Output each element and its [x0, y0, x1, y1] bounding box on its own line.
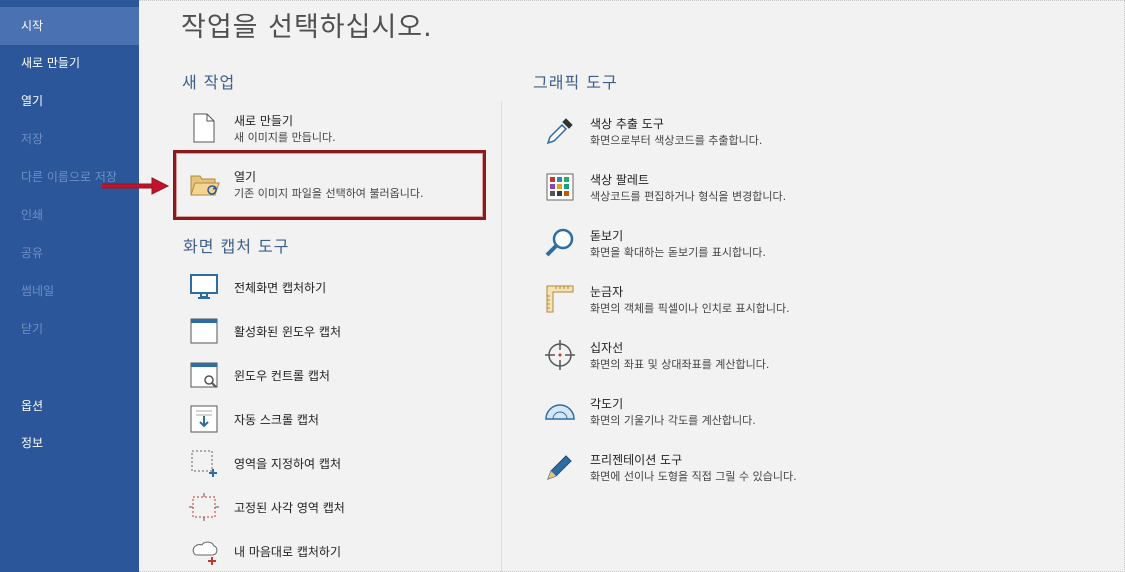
capture-fixed-rect-label: 고정된 사각 영역 캡처	[234, 501, 345, 515]
tool-protractor[interactable]: 각도기 화면의 기울기나 각도를 계산합니다.	[544, 395, 874, 431]
fixed-rect-icon	[188, 491, 220, 523]
task-new[interactable]: 새로 만들기 새 이미지를 만듭니다.	[188, 112, 448, 148]
capture-freeform-label: 내 마음대로 캡처하기	[234, 545, 341, 559]
palette-icon	[544, 171, 576, 203]
tool-magnifier[interactable]: 돋보기 화면을 확대하는 돋보기를 표시합니다.	[544, 227, 874, 263]
ruler-icon	[544, 283, 576, 315]
capture-fullscreen-label: 전체화면 캡처하기	[234, 281, 327, 295]
sidebar-item-options[interactable]: 옵션	[0, 387, 139, 425]
sidebar-item-print: 인쇄	[21, 208, 44, 222]
tool-crosshair-desc: 화면의 좌표 및 상대좌표를 계산합니다.	[590, 358, 770, 371]
sidebar-item-start[interactable]: 시작	[0, 7, 139, 45]
tool-color-picker-desc: 화면으로부터 색상코드를 추출합니다.	[590, 134, 763, 147]
tool-presentation[interactable]: 프리젠테이션 도구 화면에 선이나 도형을 직접 그릴 수 있습니다.	[544, 451, 874, 487]
capture-window-control[interactable]: 윈도우 컨트롤 캡처	[188, 359, 448, 391]
capture-auto-scroll[interactable]: 자동 스크롤 캡처	[188, 403, 448, 435]
tool-ruler-desc: 화면의 객체를 픽셀이나 인치로 표시합니다.	[590, 302, 790, 315]
tool-crosshair[interactable]: 십자선 화면의 좌표 및 상대좌표를 계산합니다.	[544, 339, 874, 375]
region-select-icon	[188, 447, 220, 479]
tool-magnifier-desc: 화면을 확대하는 돋보기를 표시합니다.	[590, 246, 766, 259]
sidebar-item-save: 저장	[21, 132, 44, 146]
annotation-arrow-icon	[102, 177, 170, 195]
tool-presentation-title: 프리젠테이션 도구	[590, 453, 683, 467]
tool-crosshair-title: 십자선	[590, 341, 624, 355]
tool-color-palette-desc: 색상코드를 편집하거나 형식을 변경합니다.	[590, 190, 787, 203]
tool-color-picker[interactable]: 색상 추출 도구 화면으로부터 색상코드를 추출합니다.	[544, 115, 874, 151]
eyedropper-icon	[544, 115, 576, 147]
task-new-desc: 새 이미지를 만듭니다.	[234, 131, 336, 144]
task-new-title: 새로 만들기	[234, 114, 294, 128]
section-title-capture: 화면 캡처 도구	[183, 237, 290, 256]
tool-magnifier-title: 돋보기	[590, 229, 624, 243]
tool-color-palette[interactable]: 색상 팔레트 색상코드를 편집하거나 형식을 변경합니다.	[544, 171, 874, 207]
capture-auto-scroll-label: 자동 스크롤 캡처	[234, 413, 319, 427]
tool-color-palette-title: 색상 팔레트	[590, 173, 650, 187]
tool-ruler[interactable]: 눈금자 화면의 객체를 픽셀이나 인치로 표시합니다.	[544, 283, 874, 319]
blank-document-icon	[188, 112, 220, 144]
section-title-new-task: 새 작업	[182, 73, 236, 92]
window-magnifier-icon	[188, 359, 220, 391]
page-title: 작업을 선택하십시오.	[181, 12, 433, 43]
sidebar-item-thumbnail: 썸네일	[21, 284, 55, 298]
capture-active-window-label: 활성화된 윈도우 캡처	[234, 325, 341, 339]
tool-protractor-desc: 화면의 기울기나 각도를 계산합니다.	[590, 414, 756, 427]
tool-protractor-title: 각도기	[590, 397, 624, 411]
scroll-capture-icon	[188, 403, 220, 435]
pen-icon	[544, 451, 576, 483]
main-panel: 작업을 선택하십시오. 새 작업 화면 캡처 도구 그래픽 도구 새로 만들기 …	[139, 0, 1125, 572]
tool-color-picker-title: 색상 추출 도구	[590, 117, 664, 131]
monitor-icon	[188, 271, 220, 303]
capture-region[interactable]: 영역을 지정하여 캡처	[188, 447, 448, 479]
capture-window-control-label: 윈도우 컨트롤 캡처	[234, 369, 330, 383]
annotation-highlight-box	[173, 150, 486, 220]
freeform-capture-icon	[188, 535, 220, 567]
sidebar-item-open[interactable]: 열기	[0, 82, 139, 120]
capture-freeform[interactable]: 내 마음대로 캡처하기	[188, 535, 448, 567]
protractor-icon	[544, 395, 576, 427]
sidebar-item-close: 닫기	[21, 322, 44, 336]
sidebar-item-new[interactable]: 새로 만들기	[0, 44, 139, 82]
window-icon	[188, 315, 220, 347]
sidebar-item-info[interactable]: 정보	[0, 424, 139, 462]
capture-fixed-rect[interactable]: 고정된 사각 영역 캡처	[188, 491, 448, 523]
capture-active-window[interactable]: 활성화된 윈도우 캡처	[188, 315, 448, 347]
tool-ruler-title: 눈금자	[590, 285, 624, 299]
section-title-graphics: 그래픽 도구	[533, 73, 618, 92]
magnifier-icon	[544, 227, 576, 259]
tool-presentation-desc: 화면에 선이나 도형을 직접 그릴 수 있습니다.	[590, 470, 797, 483]
sidebar: 시작 새로 만들기 열기 저장 다른 이름으로 저장 인쇄 공유 썸네일 닫기 …	[0, 0, 139, 572]
sidebar-item-share: 공유	[21, 246, 44, 260]
crosshair-icon	[544, 339, 576, 371]
capture-fullscreen[interactable]: 전체화면 캡처하기	[188, 271, 448, 303]
column-divider	[501, 101, 502, 572]
capture-region-label: 영역을 지정하여 캡처	[234, 457, 341, 471]
